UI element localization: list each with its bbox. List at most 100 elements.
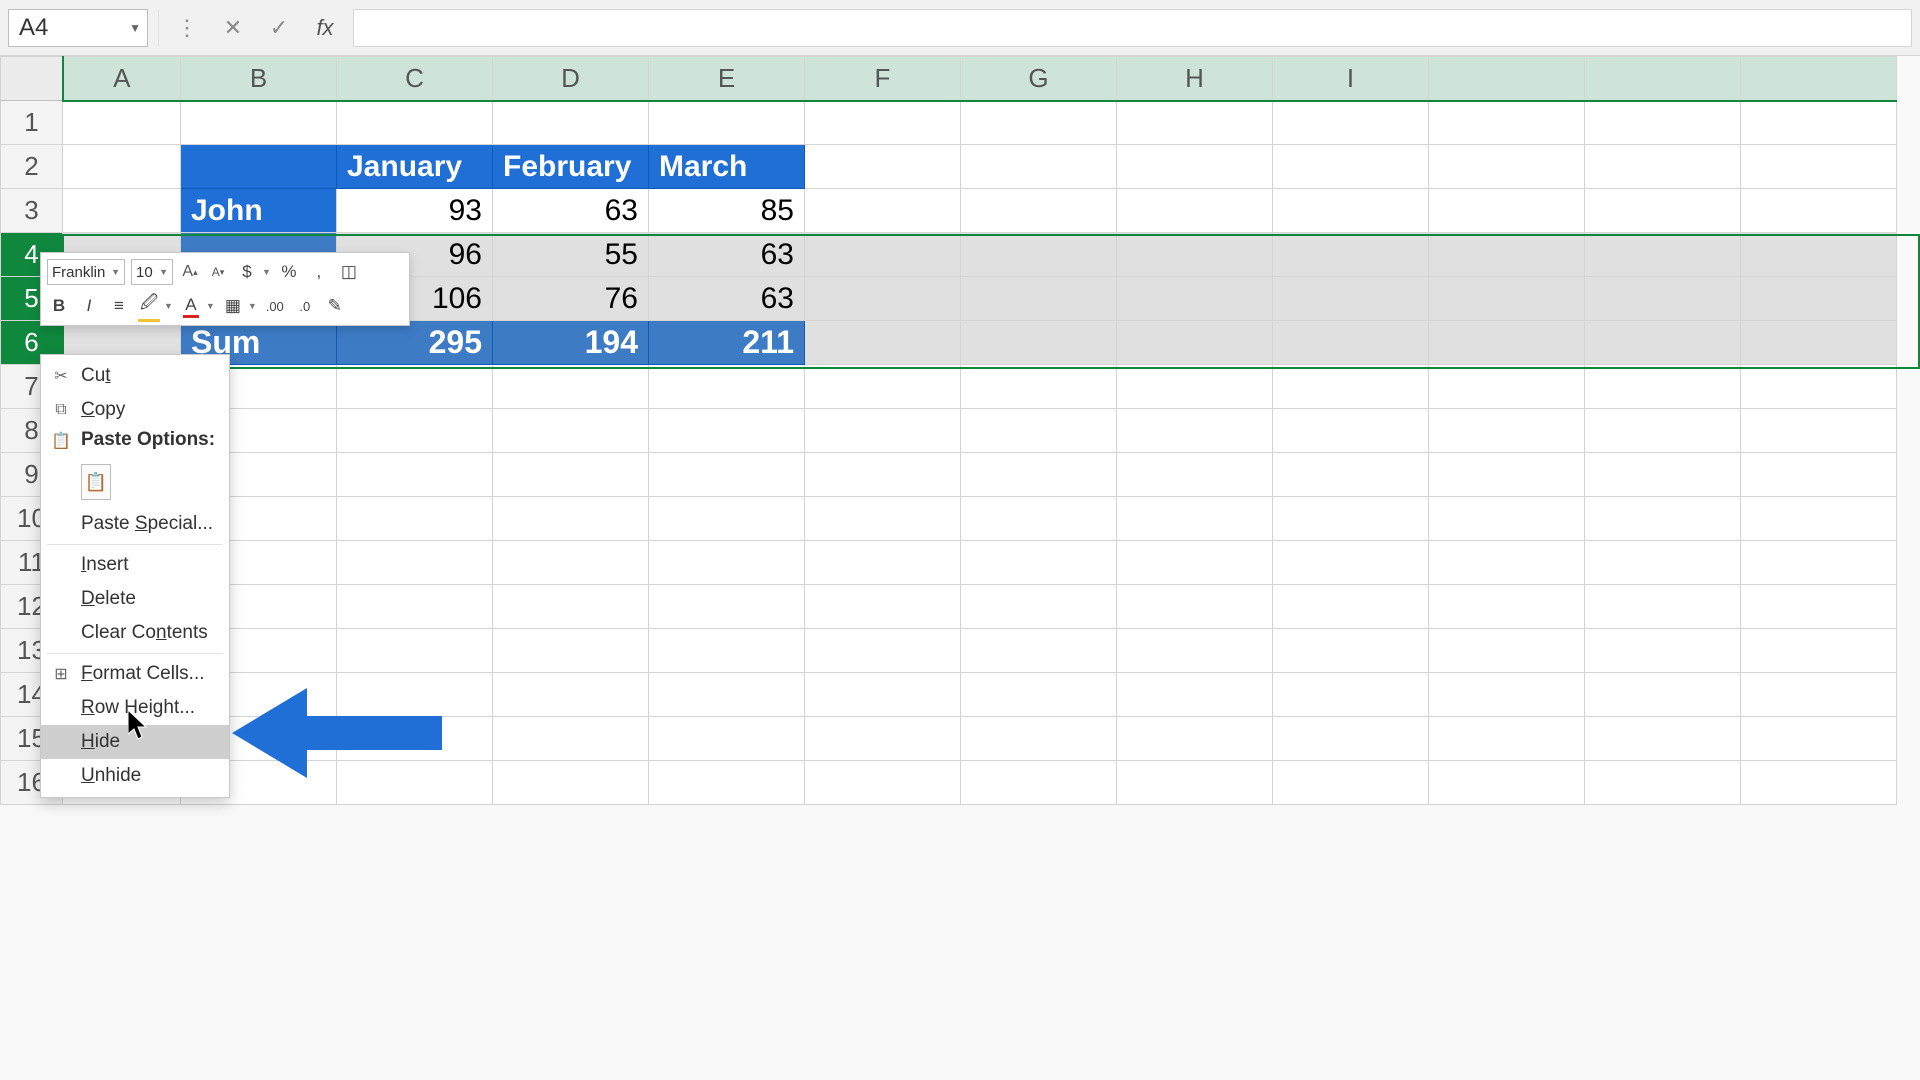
cell[interactable] xyxy=(805,233,961,277)
cell[interactable] xyxy=(1117,541,1273,585)
cell[interactable] xyxy=(1117,145,1273,189)
cell[interactable] xyxy=(1117,585,1273,629)
cell[interactable] xyxy=(493,409,649,453)
cell[interactable] xyxy=(181,145,337,189)
cell[interactable] xyxy=(649,585,805,629)
menu-hide[interactable]: Hide xyxy=(41,725,229,759)
cell[interactable] xyxy=(1741,409,1897,453)
cell[interactable] xyxy=(337,497,493,541)
cell[interactable] xyxy=(805,101,961,145)
cell[interactable] xyxy=(1429,409,1585,453)
cell[interactable]: January xyxy=(337,145,493,189)
cell[interactable] xyxy=(1273,629,1429,673)
cell[interactable] xyxy=(1741,145,1897,189)
cell[interactable] xyxy=(1741,585,1897,629)
cell[interactable] xyxy=(1429,585,1585,629)
cell[interactable] xyxy=(493,629,649,673)
cell[interactable] xyxy=(63,189,181,233)
cell[interactable] xyxy=(1585,321,1741,365)
menu-row-height[interactable]: Row Height... xyxy=(41,691,229,725)
cell[interactable]: 194 xyxy=(493,321,649,365)
cell[interactable] xyxy=(805,453,961,497)
cell[interactable] xyxy=(1741,761,1897,805)
cell[interactable] xyxy=(1741,673,1897,717)
column-header-E[interactable]: E xyxy=(649,57,805,101)
cell[interactable] xyxy=(805,717,961,761)
chevron-down-icon[interactable]: ▼ xyxy=(164,301,173,311)
formula-input[interactable] xyxy=(353,9,1912,47)
menu-clear-contents[interactable]: Clear Contents xyxy=(41,616,229,650)
cell[interactable] xyxy=(1117,321,1273,365)
cell[interactable] xyxy=(805,365,961,409)
cell[interactable] xyxy=(1429,233,1585,277)
cell[interactable] xyxy=(1117,761,1273,805)
cell[interactable]: 76 xyxy=(493,277,649,321)
cell[interactable] xyxy=(1585,233,1741,277)
cell[interactable] xyxy=(1585,629,1741,673)
cell[interactable] xyxy=(1429,497,1585,541)
cell[interactable] xyxy=(1273,453,1429,497)
cell[interactable] xyxy=(961,365,1117,409)
menu-paste-special[interactable]: Paste Special... xyxy=(41,507,229,541)
ellipsis-icon[interactable]: ⋮ xyxy=(169,9,205,47)
cell[interactable] xyxy=(1117,497,1273,541)
cell[interactable] xyxy=(1741,233,1897,277)
cell[interactable]: 63 xyxy=(649,277,805,321)
cell[interactable]: 85 xyxy=(649,189,805,233)
cell[interactable] xyxy=(493,365,649,409)
cell[interactable] xyxy=(961,453,1117,497)
cell[interactable] xyxy=(1273,673,1429,717)
cell[interactable] xyxy=(1117,717,1273,761)
cell[interactable] xyxy=(1585,717,1741,761)
cancel-icon[interactable]: ✕ xyxy=(215,9,251,47)
cell[interactable] xyxy=(1741,321,1897,365)
cell[interactable]: 63 xyxy=(649,233,805,277)
cell[interactable] xyxy=(961,145,1117,189)
column-header-G[interactable]: G xyxy=(961,57,1117,101)
cell[interactable] xyxy=(649,453,805,497)
cell[interactable] xyxy=(337,101,493,145)
cell[interactable] xyxy=(1741,277,1897,321)
cell[interactable] xyxy=(1585,101,1741,145)
cell[interactable] xyxy=(961,497,1117,541)
row-header-3[interactable]: 3 xyxy=(1,189,63,233)
italic-button[interactable]: I xyxy=(77,294,101,318)
cell[interactable] xyxy=(805,761,961,805)
format-painter-icon[interactable]: ◫ xyxy=(337,260,361,284)
column-header-I[interactable]: I xyxy=(1273,57,1429,101)
currency-button[interactable]: $ xyxy=(235,260,259,284)
cell[interactable] xyxy=(1273,189,1429,233)
cell[interactable] xyxy=(493,101,649,145)
fill-color-button[interactable]: 🖉 xyxy=(137,294,161,318)
column-header-D[interactable]: D xyxy=(493,57,649,101)
cell[interactable] xyxy=(1429,321,1585,365)
cell[interactable] xyxy=(1273,277,1429,321)
cell[interactable] xyxy=(649,101,805,145)
cell[interactable] xyxy=(1741,717,1897,761)
cell[interactable] xyxy=(961,673,1117,717)
cell[interactable] xyxy=(1585,541,1741,585)
cell[interactable] xyxy=(337,585,493,629)
cell[interactable] xyxy=(1117,233,1273,277)
column-header-A[interactable]: A xyxy=(63,57,181,101)
cell[interactable] xyxy=(1273,585,1429,629)
cell[interactable] xyxy=(961,409,1117,453)
cell[interactable] xyxy=(961,321,1117,365)
cell[interactable] xyxy=(961,189,1117,233)
cell[interactable] xyxy=(1117,277,1273,321)
cell[interactable] xyxy=(1273,233,1429,277)
column-header-H[interactable]: H xyxy=(1117,57,1273,101)
cell[interactable] xyxy=(649,761,805,805)
cell[interactable] xyxy=(1741,453,1897,497)
cell[interactable] xyxy=(493,761,649,805)
cell[interactable] xyxy=(1117,673,1273,717)
menu-unhide[interactable]: Unhide xyxy=(41,759,229,793)
fx-icon[interactable]: fx xyxy=(307,9,343,47)
cell[interactable] xyxy=(337,541,493,585)
font-name-dropdown[interactable]: Franklin▼ xyxy=(47,259,125,285)
increase-font-icon[interactable]: A▴ xyxy=(179,261,201,283)
increase-decimal-button[interactable]: .00 xyxy=(263,294,287,318)
cell[interactable] xyxy=(649,717,805,761)
cell[interactable] xyxy=(493,453,649,497)
cell[interactable] xyxy=(1741,189,1897,233)
